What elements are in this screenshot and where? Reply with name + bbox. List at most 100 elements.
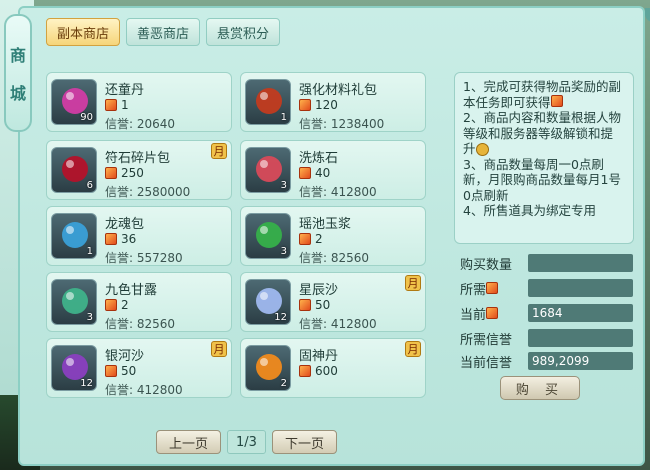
tab-karma-shop[interactable]: 善恶商店 [126,18,201,46]
tab-dungeon-shop[interactable]: 副本商店 [46,18,121,46]
currency-cube-icon [105,299,117,311]
page-indicator: 1/3 [227,430,266,454]
currency-cube-icon [299,299,311,311]
next-page-button[interactable]: 下一页 [271,430,337,454]
item-price: 2 [299,232,323,246]
gold-coin-icon [475,143,489,156]
side-tab-char-2: 城 [9,84,26,103]
buy-quantity-label: 购买数量 [460,258,513,273]
item-reputation: 信誉: 1238400 [299,117,385,131]
item-reputation: 信誉: 82560 [299,251,370,265]
shop-item[interactable]: 6 符石碎片包 250 信誉: 2580000 月 [46,140,232,200]
item-name: 龙魂包 [105,217,145,232]
blue-bag-icon: 1 [51,213,97,259]
shop-item[interactable]: 1 强化材料礼包 120 信誉: 1238400 [240,72,426,132]
currency-cube-icon [550,94,563,107]
shop-notice: 1、完成可获得物品奖励的副本任务即可获得 2、商品内容和数量根据人物等级和服务器… [454,72,634,244]
buy-quantity-row: 购买数量 [458,254,636,273]
shop-item[interactable]: 3 九色甘露 2 信誉: 82560 [46,272,232,332]
current-reputation-row: 当前信誉 989,2099 [458,352,636,371]
crimson-bag-icon: 6 [51,147,97,193]
notice-line-3: 3、商品数量每周一0点刷新，月限购商品数量每月1号0点刷新 [463,156,621,203]
item-reputation: 信誉: 412800 [299,185,377,199]
required-row: 所需 [458,279,636,298]
item-reputation: 信誉: 82560 [105,317,176,331]
item-count: 12 [274,312,287,323]
item-count: 3 [280,246,287,257]
notice-line-2: 2、商品内容和数量根据人物等级和服务器等级解锁和提升 [463,110,621,156]
item-name: 银河沙 [105,349,145,364]
shop-item[interactable]: 1 龙魂包 36 信誉: 557280 [46,206,232,266]
monthly-limit-badge: 月 [211,143,227,159]
flame-orb-icon: 2 [245,345,291,391]
currency-cube-icon [486,282,499,294]
monthly-limit-badge: 月 [405,341,421,357]
item-count: 3 [86,312,93,323]
item-name: 符石碎片包 [105,151,171,166]
tab-bounty-points[interactable]: 悬赏积分 [206,18,281,46]
item-price: 120 [299,98,338,112]
shop-item[interactable]: 90 还童丹 1 信誉: 20640 [46,72,232,132]
item-count: 3 [280,180,287,191]
currency-cube-icon [486,307,499,319]
item-price-value: 50 [315,298,331,312]
item-name: 还童丹 [105,83,145,98]
shop-item[interactable]: 3 瑶池玉浆 2 信誉: 82560 [240,206,426,266]
item-count: 90 [80,112,93,123]
item-price: 250 [105,166,144,180]
shop-item[interactable]: 2 固神丹 600 月 [240,338,426,398]
current-row: 当前 1684 [458,304,636,323]
pink-orb-icon: 90 [51,79,97,125]
red-bag-icon: 1 [245,79,291,125]
current-value: 1684 [528,304,633,322]
item-reputation: 信誉: 557280 [105,251,183,265]
currency-cube-icon [299,365,311,377]
item-price: 40 [299,166,330,180]
monthly-limit-badge: 月 [211,341,227,357]
buy-quantity-input[interactable] [528,254,633,272]
item-name: 固神丹 [299,349,339,364]
required-reputation-label: 所需信誉 [460,333,513,348]
required-reputation-value [528,329,633,347]
item-count: 6 [86,180,93,191]
currency-cube-icon [299,167,311,179]
item-price-value: 250 [121,166,144,180]
item-reputation: 信誉: 412800 [299,317,377,331]
current-reputation-value: 989,2099 [528,352,633,370]
item-count: 2 [280,378,287,389]
item-price-value: 1 [121,98,129,112]
item-count: 1 [280,112,287,123]
item-count: 12 [80,378,93,389]
purple-bottle-icon: 12 [51,345,97,391]
buy-button[interactable]: 购 买 [500,376,580,400]
item-price: 600 [299,364,338,378]
currency-cube-icon [105,233,117,245]
item-price-value: 2 [315,232,323,246]
item-name: 九色甘露 [105,283,158,298]
shop-item[interactable]: 12 星辰沙 50 信誉: 412800 月 [240,272,426,332]
item-price: 50 [105,364,136,378]
crystal-icon: 3 [245,147,291,193]
item-reputation: 信誉: 20640 [105,117,176,131]
notice-line-1: 1、完成可获得物品奖励的副本任务即可获得 [463,79,621,110]
item-price-value: 36 [121,232,137,246]
item-price: 1 [105,98,129,112]
shop-item[interactable]: 3 洗炼石 40 信誉: 412800 [240,140,426,200]
shop-item[interactable]: 12 银河沙 50 信誉: 412800 月 [46,338,232,398]
currency-cube-icon [299,99,311,111]
item-price: 36 [105,232,136,246]
required-label: 所需 [460,279,499,298]
currency-cube-icon [299,233,311,245]
prev-page-button[interactable]: 上一页 [156,430,222,454]
item-count: 1 [86,246,93,257]
side-tab-char-1: 商 [9,46,26,65]
item-price-value: 2 [121,298,129,312]
item-reputation: 信誉: 412800 [105,383,183,397]
current-label: 当前 [460,304,499,323]
item-name: 强化材料礼包 [299,83,378,98]
required-value [528,279,633,297]
green-bottle-icon: 3 [245,213,291,259]
shop-side-tab[interactable]: 商 城 [4,14,32,132]
currency-cube-icon [105,167,117,179]
item-price-value: 120 [315,98,338,112]
